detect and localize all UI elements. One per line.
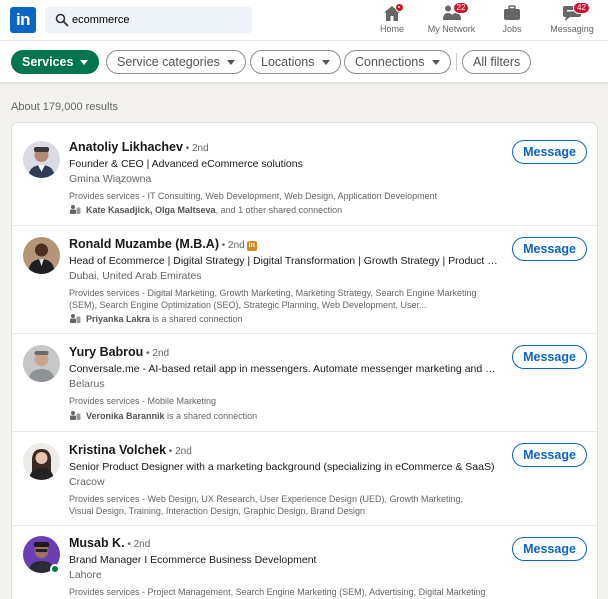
shared-connections[interactable]: Veronika Barannik is a shared connection (69, 410, 257, 421)
top-nav: in Home 22 My Network (0, 0, 608, 41)
services-text: Provides services - Project Management, … (69, 587, 486, 597)
location: Gmina Wiązowna (69, 173, 152, 185)
location: Cracow (69, 476, 105, 488)
shared-names: Priyanka Lakra (86, 314, 151, 324)
services-filter-label: Services (22, 55, 74, 69)
services-text: Provides services - Web Design, UX Resea… (69, 494, 463, 516)
messaging-badge: 42 (573, 2, 590, 14)
headline: Senior Product Designer with a marketing… (69, 461, 495, 473)
all-filters-button[interactable]: All filters (462, 50, 532, 74)
headline: Founder & CEO | Advanced eCommerce solut… (69, 158, 303, 170)
shared-text: , and 1 other shared connection (215, 205, 343, 215)
profile-name-link[interactable]: Kristina Volchek (69, 443, 166, 457)
shared-names: Veronika Barannik (86, 411, 165, 421)
profile-photo (23, 237, 60, 274)
connections-filter[interactable]: Connections (344, 50, 451, 74)
location: Lahore (69, 569, 102, 581)
headline: Conversale.me - AI-based retail app in m… (69, 363, 499, 375)
results-list: Anatoliy Likhachev • 2nd Founder & CEO |… (11, 122, 598, 599)
locations-filter[interactable]: Locations (250, 50, 341, 74)
location: Belarus (69, 378, 105, 390)
results-count: About 179,000 results (11, 101, 119, 113)
shared-text: is a shared connection (150, 314, 243, 324)
service-categories-filter[interactable]: Service categories (106, 50, 246, 74)
briefcase-icon (504, 5, 520, 20)
people-icon (70, 411, 81, 420)
nav-home[interactable]: Home (376, 3, 408, 38)
name-line: Kristina Volchek • 2nd (69, 443, 192, 457)
notification-dot (395, 3, 404, 12)
connection-degree: • 2nd (166, 446, 192, 457)
network-badge: 22 (452, 2, 470, 14)
shared-text: is a shared connection (164, 411, 258, 421)
avatar[interactable] (23, 237, 60, 274)
connection-degree: • 2nd (182, 143, 209, 154)
locations-filter-label: Locations (261, 55, 315, 69)
people-icon (70, 314, 81, 323)
linkedin-premium-icon: in (246, 241, 257, 251)
search-input[interactable] (72, 7, 247, 33)
nav-messaging-label: Messaging (550, 24, 594, 34)
filter-bar: Services Service categories Locations Co… (0, 41, 608, 83)
filter-divider (456, 53, 457, 71)
list-item: Anatoliy Likhachev • 2nd Founder & CEO |… (12, 123, 597, 226)
nav-my-network[interactable]: 22 My Network (424, 2, 479, 38)
avatar[interactable] (23, 141, 60, 178)
services-text: Provides services - IT Consulting, Web D… (69, 191, 438, 201)
connection-degree: • 2nd (143, 348, 170, 359)
list-item: Musab K. • 2nd Brand Manager I Ecommerce… (12, 526, 597, 599)
shared-connections[interactable]: Priyanka Lakra is a shared connection (69, 313, 243, 324)
connection-degree: • 2nd (219, 240, 245, 251)
profile-photo (23, 141, 60, 178)
shared-connections[interactable]: Kate Kasadjick, Olga Maltseva, and 1 oth… (69, 204, 342, 215)
nav-messaging[interactable]: 42 Messaging (547, 2, 597, 38)
message-button[interactable]: Message (512, 345, 587, 369)
message-button[interactable]: Message (512, 140, 587, 164)
profile-name-link[interactable]: Anatoliy Likhachev (69, 140, 183, 154)
services-text: Provides services - Mobile Marketing (69, 396, 217, 406)
avatar[interactable] (23, 443, 60, 480)
online-status-icon (50, 564, 60, 574)
avatar[interactable] (23, 345, 60, 382)
search-box[interactable] (45, 7, 252, 33)
nav-jobs[interactable]: Jobs (498, 4, 526, 38)
chevron-down-icon (80, 60, 89, 66)
message-button[interactable]: Message (512, 443, 587, 467)
headline: Brand Manager I Ecommerce Business Devel… (69, 554, 317, 566)
profile-photo (23, 443, 60, 480)
connection-degree: • 2nd (124, 539, 151, 550)
message-button[interactable]: Message (512, 237, 587, 261)
list-item: Ronald Muzambe (M.B.A) • 2nd in Head of E… (12, 226, 597, 334)
profile-name-link[interactable]: Musab K. (69, 536, 125, 550)
profile-name-link[interactable]: Ronald Muzambe (M.B.A) (69, 237, 219, 251)
chevron-down-icon (321, 60, 330, 66)
service-categories-filter-label: Service categories (117, 55, 220, 69)
nav-my-network-label: My Network (427, 24, 476, 34)
message-button[interactable]: Message (512, 537, 587, 561)
name-line: Anatoliy Likhachev • 2nd (69, 140, 209, 154)
nav-jobs-label: Jobs (502, 24, 522, 34)
location: Dubai, United Arab Emirates (69, 270, 202, 282)
chevron-down-icon (226, 60, 235, 66)
services-text: Provides services - Digital Marketing, G… (69, 288, 477, 310)
connections-filter-label: Connections (355, 55, 425, 69)
people-icon (70, 205, 81, 214)
list-item: Yury Babrou • 2nd Conversale.me - AI-bas… (12, 334, 597, 432)
profile-photo (23, 345, 60, 382)
chevron-down-icon (431, 60, 440, 66)
search-icon (55, 13, 69, 27)
list-item: Kristina Volchek • 2nd Senior Product De… (12, 432, 597, 526)
headline: Head of Ecommerce | Digital Strategy | D… (69, 255, 499, 267)
linkedin-logo[interactable]: in (10, 7, 36, 33)
name-line: Yury Babrou • 2nd (69, 345, 169, 359)
services-filter[interactable]: Services (11, 50, 100, 74)
shared-names: Kate Kasadjick, Olga Maltseva (86, 205, 216, 215)
name-line: Ronald Muzambe (M.B.A) • 2nd in (69, 237, 257, 251)
name-line: Musab K. • 2nd (69, 536, 150, 550)
nav-home-label: Home (379, 24, 404, 34)
profile-name-link[interactable]: Yury Babrou (69, 345, 143, 359)
